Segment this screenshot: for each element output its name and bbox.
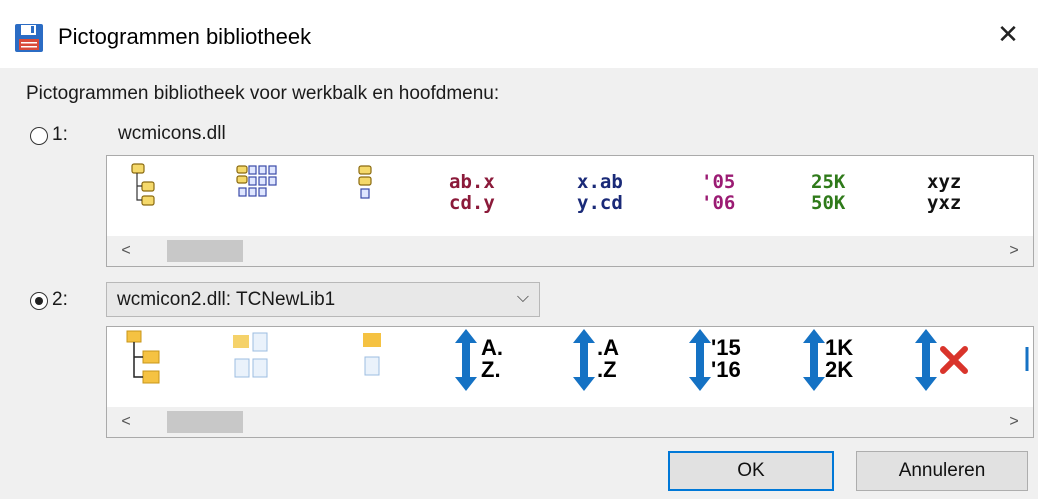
library-select[interactable]: wcmicon2.dll: TCNewLib1 ⌵ <box>106 282 540 317</box>
sort-size-icon: 25K 50K <box>811 171 846 214</box>
scroll-left-icon[interactable]: < <box>111 236 141 266</box>
ok-button[interactable]: OK <box>668 451 834 491</box>
tree-folders-icon <box>119 156 229 236</box>
partial-icon <box>1019 327 1033 407</box>
scroll-right-icon[interactable]: > <box>999 236 1029 266</box>
chevron-down-icon: ⌵ <box>516 289 529 306</box>
sort-ext-name-icon: .A .Z <box>571 327 681 407</box>
sort-unsorted-icon: xyz yxz <box>927 171 962 214</box>
option1-scrollbar[interactable]: < > <box>107 236 1033 266</box>
sort-size-icon: 1K 2K <box>801 327 911 407</box>
scroll-thumb[interactable] <box>167 240 243 262</box>
tree-folders-icon <box>119 327 229 407</box>
unsort-icon <box>913 327 1023 407</box>
library-select-value: wcmicon2.dll: TCNewLib1 <box>117 289 336 310</box>
option1-icon-strip: ab.x cd.y x.ab y.cd '05'06 25K 50K xyz yxz <… <box>106 155 1034 267</box>
option1-radio[interactable] <box>30 127 48 145</box>
scroll-right-icon[interactable]: > <box>999 407 1029 437</box>
window-title: Pictogrammen bibliotheek <box>58 24 312 49</box>
option1-library-name: wcmicons.dll <box>118 123 226 144</box>
sort-name-ext-icon: ab.x cd.y <box>449 171 495 214</box>
title-bar: Pictogrammen bibliotheek ✕ <box>0 0 1038 68</box>
option2-radio[interactable] <box>30 292 48 310</box>
sort-date-icon: '05'06 <box>701 171 736 214</box>
close-button[interactable]: ✕ <box>978 0 1038 68</box>
option1-label[interactable]: 1: <box>52 124 68 146</box>
option1-icons: ab.x cd.y x.ab y.cd '05'06 25K 50K xyz yxz <box>107 156 1033 236</box>
folder-file-icon <box>351 327 461 407</box>
folder-grid-icon <box>229 156 339 236</box>
cancel-button[interactable]: Annuleren <box>856 451 1028 491</box>
scroll-left-icon[interactable]: < <box>111 407 141 437</box>
folder-files-icon <box>229 327 339 407</box>
floppy-disk-icon <box>15 24 43 52</box>
sort-ext-name-icon: x.ab y.cd <box>577 171 623 214</box>
sort-date-icon: '15'16 <box>687 327 797 407</box>
option2-icons: A. Z. .A .Z '15'16 1K 2K <box>107 327 1033 407</box>
option2-scrollbar[interactable]: < > <box>107 407 1033 437</box>
option2-label[interactable]: 2: <box>52 289 68 311</box>
sort-name-ext-icon: A. Z. <box>453 327 563 407</box>
option2-icon-strip: A. Z. .A .Z '15'16 1K 2K < > <box>106 326 1034 438</box>
scroll-thumb[interactable] <box>167 411 243 433</box>
library-prompt: Pictogrammen bibliotheek voor werkbalk e… <box>26 83 500 104</box>
